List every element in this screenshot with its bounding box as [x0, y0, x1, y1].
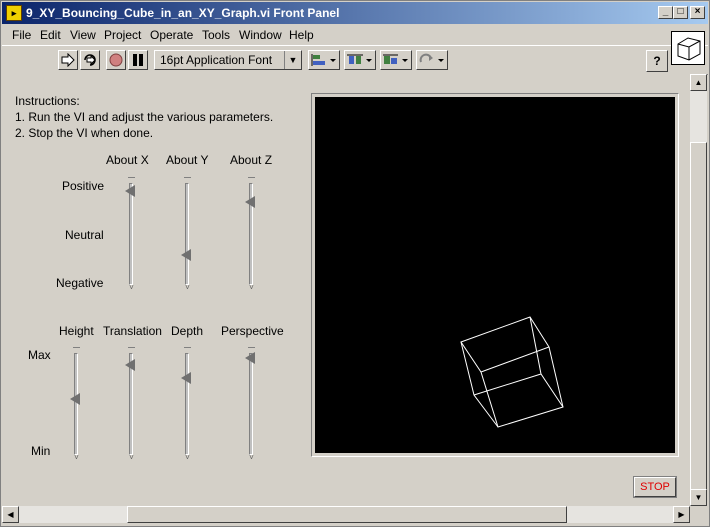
- scale-label-negative: Negative: [56, 276, 104, 290]
- scroll-right-arrow-icon[interactable]: ▶: [673, 506, 690, 523]
- close-button[interactable]: ×: [690, 6, 705, 19]
- chevron-down-icon: ▼: [284, 51, 301, 69]
- menu-view[interactable]: View: [70, 28, 96, 42]
- menu-project[interactable]: Project: [104, 28, 141, 42]
- slider-thumb[interactable]: [245, 195, 255, 208]
- xy-graph: [315, 97, 675, 453]
- slider-top-cap: [73, 347, 80, 352]
- slider-thumb[interactable]: [125, 184, 135, 197]
- slider-label-height: Height: [59, 324, 94, 338]
- scale-label-max: Max: [28, 348, 51, 362]
- slider-label-about-z: About Z: [230, 153, 273, 167]
- slider-top-cap: [184, 177, 191, 182]
- scroll-down-arrow-icon[interactable]: ▼: [690, 489, 707, 506]
- slider-bottom-tick-icon: ˅: [249, 283, 254, 292]
- slider-thumb[interactable]: [181, 249, 191, 262]
- slider-bottom-tick-icon: ˅: [185, 453, 190, 462]
- size-grip-icon[interactable]: [691, 507, 707, 523]
- labview-vi-icon: ▸: [6, 5, 22, 21]
- slider-track[interactable]: [185, 183, 189, 285]
- slider-label-about-x: About X: [106, 153, 149, 167]
- slider-label-about-y: About Y: [166, 153, 209, 167]
- slider-track[interactable]: [129, 183, 133, 285]
- scale-label-min: Min: [31, 444, 51, 458]
- menu-file[interactable]: File: [12, 28, 31, 42]
- pause-icon[interactable]: [128, 50, 148, 70]
- vi-icon-cube: [671, 31, 705, 65]
- cube-wireframe: [460, 316, 564, 428]
- slider-top-cap: [184, 347, 191, 352]
- stop-button[interactable]: STOP: [633, 476, 677, 498]
- context-help-button[interactable]: ?: [646, 50, 668, 72]
- slider-label-perspective: Perspective: [221, 324, 284, 338]
- slider-thumb[interactable]: [245, 352, 255, 364]
- font-selector-label: 16pt Application Font: [160, 53, 273, 67]
- slider-bottom-tick-icon: ˅: [249, 453, 254, 462]
- run-arrow-icon[interactable]: [58, 50, 78, 70]
- toolbar: 16pt Application Font ▼ ?: [2, 45, 708, 75]
- slider-bottom-tick-icon: ˅: [185, 283, 190, 292]
- slider-depth[interactable]: ˅: [180, 347, 196, 463]
- menu-help[interactable]: Help: [289, 28, 314, 42]
- slider-thumb[interactable]: [181, 372, 191, 385]
- slider-thumb[interactable]: [70, 393, 80, 406]
- instructions-line-2: 2. Stop the VI when done.: [15, 126, 154, 140]
- slider-about-z[interactable]: ˅: [244, 177, 260, 293]
- scroll-up-arrow-icon[interactable]: ▲: [690, 74, 707, 91]
- minimize-button[interactable]: _: [658, 6, 673, 19]
- scroll-left-arrow-icon[interactable]: ◀: [2, 506, 19, 523]
- slider-track[interactable]: [185, 353, 189, 455]
- slider-track[interactable]: [249, 353, 253, 455]
- horizontal-scrollbar[interactable]: ◀ ▶: [2, 506, 690, 523]
- distribute-objects-icon[interactable]: [344, 50, 376, 70]
- title-bar: ▸ 9_XY_Bouncing_Cube_in_an_XY_Graph.vi F…: [2, 2, 708, 24]
- cube-edges: [460, 316, 564, 428]
- maximize-button[interactable]: □: [673, 6, 688, 19]
- reorder-icon[interactable]: [416, 50, 448, 70]
- slider-perspective[interactable]: ˅: [244, 347, 260, 463]
- slider-height[interactable]: ˅: [69, 347, 85, 463]
- menu-bar: File Edit View Project Operate Tools Win…: [2, 25, 708, 45]
- slider-thumb[interactable]: [125, 359, 135, 372]
- abort-icon[interactable]: [106, 50, 126, 70]
- window-title: 9_XY_Bouncing_Cube_in_an_XY_Graph.vi Fro…: [26, 6, 340, 20]
- menu-edit[interactable]: Edit: [40, 28, 61, 42]
- slider-translation[interactable]: ˅: [124, 347, 140, 463]
- run-continuously-icon[interactable]: [80, 50, 100, 70]
- slider-bottom-tick-icon: ˅: [129, 453, 134, 462]
- slider-about-x[interactable]: ˅: [124, 177, 140, 293]
- resize-objects-icon[interactable]: [380, 50, 412, 70]
- menu-operate[interactable]: Operate: [150, 28, 193, 42]
- slider-top-cap: [128, 177, 135, 182]
- font-selector[interactable]: 16pt Application Font ▼: [154, 50, 302, 70]
- instructions-heading: Instructions:: [15, 94, 80, 108]
- slider-top-cap: [248, 177, 255, 182]
- slider-bottom-tick-icon: ˅: [129, 283, 134, 292]
- scale-label-positive: Positive: [62, 179, 105, 193]
- menu-window[interactable]: Window: [239, 28, 282, 42]
- instructions-line-1: 1. Run the VI and adjust the various par…: [15, 110, 274, 124]
- slider-about-y[interactable]: ˅: [180, 177, 196, 293]
- slider-bottom-tick-icon: ˅: [74, 453, 79, 462]
- labview-window: ▸ 9_XY_Bouncing_Cube_in_an_XY_Graph.vi F…: [0, 0, 710, 527]
- vertical-scroll-thumb[interactable]: [690, 142, 707, 498]
- align-objects-icon[interactable]: [308, 50, 340, 70]
- slider-label-translation: Translation: [103, 324, 162, 338]
- horizontal-scroll-thumb[interactable]: [127, 506, 567, 523]
- scale-label-neutral: Neutral: [65, 228, 104, 242]
- vertical-scrollbar[interactable]: ▲ ▼: [690, 74, 707, 506]
- cube-left-edges: [460, 341, 499, 428]
- slider-label-depth: Depth: [171, 324, 204, 338]
- cube-side-edges: [480, 346, 564, 428]
- menu-tools[interactable]: Tools: [202, 28, 230, 42]
- slider-top-cap: [128, 347, 135, 352]
